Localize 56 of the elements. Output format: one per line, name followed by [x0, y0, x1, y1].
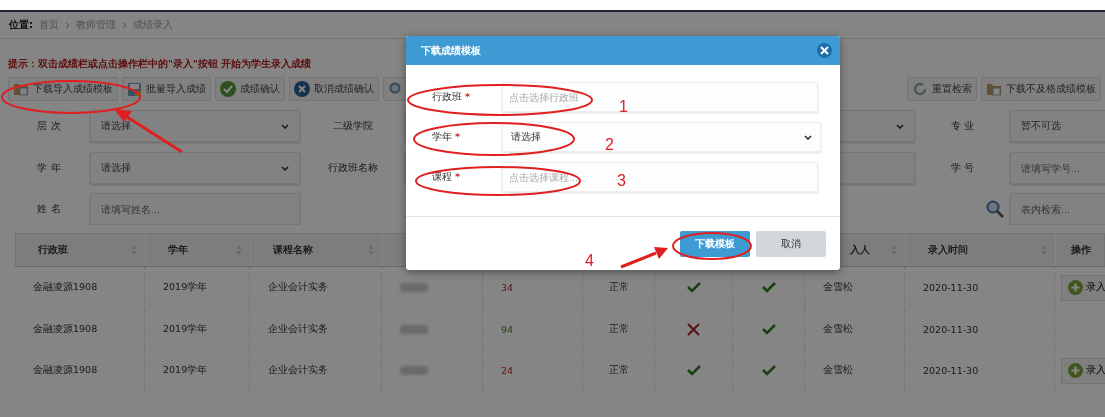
- major-select[interactable]: 暂不可选: [1010, 110, 1105, 142]
- field-label: 行政班名称: [326, 161, 379, 175]
- score-cell[interactable]: 34: [501, 282, 514, 294]
- table-cell: 企业会计实务: [268, 322, 328, 336]
- table-cell: 正常: [608, 281, 629, 295]
- toolbar-button[interactable]: 重置检索: [907, 77, 977, 101]
- table-cell: 企业会计实务: [268, 281, 328, 295]
- table-cell: 2020-11-30: [923, 365, 979, 377]
- field-label: 专 业: [949, 119, 976, 133]
- score-cell[interactable]: 94: [501, 323, 514, 335]
- table-cell: 金雪松: [823, 281, 853, 295]
- toolbar-button[interactable]: 批量导入成绩: [122, 77, 211, 101]
- column-header[interactable]: 操作: [1070, 243, 1091, 257]
- field-label: 姓 名: [36, 202, 62, 216]
- column-header[interactable]: 录入时间: [928, 243, 968, 257]
- column-header[interactable]: 入人: [850, 243, 870, 257]
- table-cell: 金融凌源1908: [33, 322, 98, 336]
- field-label: 行政班 *: [432, 90, 471, 104]
- toolbar-button[interactable]: 下载导入成绩模板: [8, 77, 118, 101]
- table-cell: 金雪松: [823, 322, 853, 336]
- table-cell: 2019学年: [163, 281, 208, 295]
- step-number: 3: [617, 172, 626, 190]
- table-cell: 金雪松: [823, 364, 853, 378]
- dialog-button[interactable]: 下载模板: [680, 230, 750, 257]
- table-cell: 金融凌源1908: [33, 281, 98, 295]
- year-select[interactable]: 请选择: [90, 152, 300, 184]
- table-cell: 2019学年: [163, 364, 208, 378]
- field-label: 学年 *: [432, 130, 461, 144]
- step-number: 2: [605, 136, 614, 154]
- column-header[interactable]: 行政班: [38, 243, 68, 257]
- table-cell: 企业会计实务: [268, 364, 328, 378]
- toolbar-button[interactable]: 成绩确认: [215, 77, 285, 101]
- table-cell: 正常: [608, 364, 629, 378]
- table-search-field[interactable]: 表内检索...: [1010, 193, 1105, 225]
- toolbar-button[interactable]: 取消成绩确认: [289, 77, 379, 101]
- enter-button[interactable]: 录入: [1061, 274, 1105, 301]
- step-number: 4: [585, 252, 594, 270]
- enter-button[interactable]: 录入: [1061, 357, 1105, 384]
- table-cell: 金融凌源1908: [33, 364, 98, 378]
- table-cell: 2020-11-30: [923, 282, 979, 294]
- field-label: 课程 *: [432, 170, 461, 184]
- column-header[interactable]: 课程名称: [273, 243, 313, 257]
- column-header[interactable]: 学年: [168, 243, 188, 257]
- level-select[interactable]: 请选择: [90, 110, 300, 142]
- field-label: 层 次: [36, 119, 62, 133]
- field-label: 学 年: [36, 161, 62, 175]
- dialog-title: 下载成绩模板: [421, 43, 481, 58]
- toolbar-button[interactable]: 下载不及格成绩模板: [981, 77, 1101, 101]
- hint-text: 提示：双击成绩栏或点击操作栏中的"录入"按钮 开始为学生录入成绩: [8, 58, 313, 71]
- table-cell: 2019学年: [163, 322, 208, 336]
- table-cell: 2020-11-30: [923, 323, 979, 335]
- field-label: 学 号: [949, 161, 976, 175]
- score-cell[interactable]: 24: [501, 365, 514, 377]
- table-cell: 正常: [608, 322, 629, 336]
- location-label: 位置:: [9, 18, 33, 32]
- dialog-button[interactable]: 取消: [756, 230, 826, 257]
